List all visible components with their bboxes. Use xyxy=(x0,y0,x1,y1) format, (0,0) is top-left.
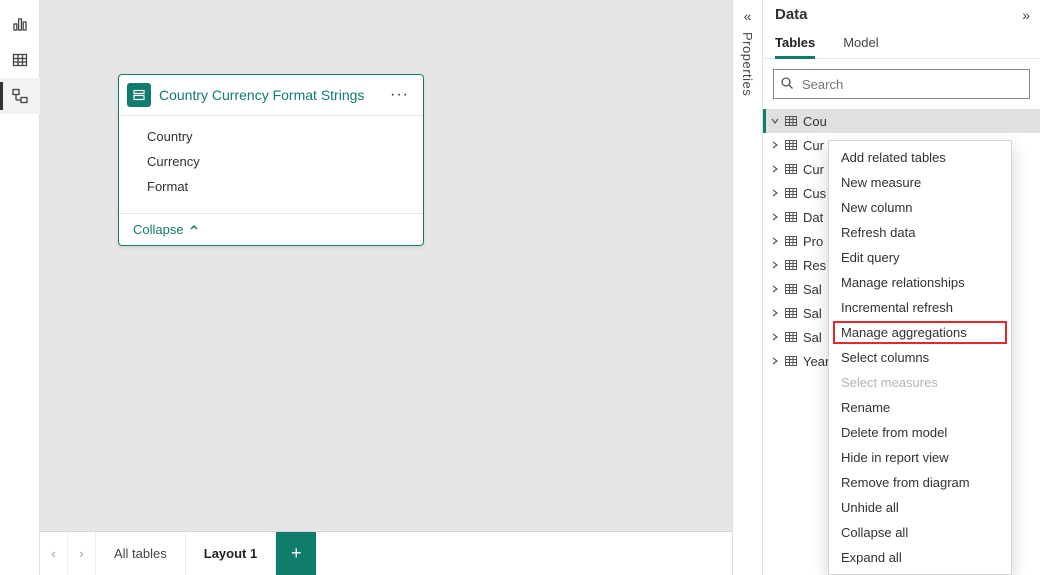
table-card-header: Country Currency Format Strings ··· xyxy=(119,75,423,116)
context-menu-item[interactable]: Refresh data xyxy=(829,220,1011,245)
layout-tab-all-tables[interactable]: All tables xyxy=(96,532,186,575)
view-rail xyxy=(0,0,40,575)
tree-item-label: Res xyxy=(803,258,826,273)
context-menu: Add related tablesNew measureNew columnR… xyxy=(828,140,1012,575)
table-icon xyxy=(783,114,799,128)
context-menu-item[interactable]: New measure xyxy=(829,170,1011,195)
table-card[interactable]: Country Currency Format Strings ··· Coun… xyxy=(118,74,424,246)
context-menu-item[interactable]: Select columns xyxy=(829,345,1011,370)
tree-item-label: Dat xyxy=(803,210,823,225)
expand-properties-button[interactable]: « xyxy=(744,0,752,30)
data-view-button[interactable] xyxy=(0,42,40,78)
context-menu-item[interactable]: Unhide all xyxy=(829,495,1011,520)
table-icon xyxy=(783,138,799,152)
tab-tables[interactable]: Tables xyxy=(775,29,815,58)
tree-item-label: Sal xyxy=(803,306,822,321)
table-header-icon xyxy=(127,83,151,107)
layout-prev-button[interactable]: ‹ xyxy=(40,532,68,575)
properties-pane-label: Properties xyxy=(740,32,755,96)
properties-pane-collapsed: « Properties xyxy=(732,0,762,575)
tree-item-label: Sal xyxy=(803,330,822,345)
chevron-right-icon[interactable] xyxy=(769,141,781,149)
table-icon xyxy=(783,186,799,200)
chevron-right-icon[interactable] xyxy=(769,285,781,293)
context-menu-item[interactable]: Manage aggregations xyxy=(829,320,1011,345)
table-icon xyxy=(783,330,799,344)
tree-item-label: Cur xyxy=(803,162,824,177)
context-menu-item[interactable]: Add related tables xyxy=(829,145,1011,170)
context-menu-item[interactable]: Remove from diagram xyxy=(829,470,1011,495)
table-card-more-button[interactable]: ··· xyxy=(386,86,413,104)
model-canvas[interactable]: Country Currency Format Strings ··· Coun… xyxy=(40,0,732,575)
chevron-right-icon[interactable] xyxy=(769,309,781,317)
table-icon xyxy=(783,354,799,368)
context-menu-item[interactable]: Hide in report view xyxy=(829,445,1011,470)
data-pane-header: Data » xyxy=(763,0,1040,25)
model-view-button[interactable] xyxy=(0,78,40,114)
chevron-right-icon[interactable] xyxy=(769,261,781,269)
chevron-down-icon[interactable] xyxy=(769,117,781,125)
table-icon xyxy=(783,162,799,176)
table-field[interactable]: Currency xyxy=(119,149,423,174)
report-view-button[interactable] xyxy=(0,6,40,42)
table-icon xyxy=(11,51,29,69)
table-icon xyxy=(783,306,799,320)
search-box[interactable] xyxy=(773,69,1030,99)
data-pane-title: Data xyxy=(775,6,1022,23)
table-icon xyxy=(783,210,799,224)
context-menu-item[interactable]: Edit query xyxy=(829,245,1011,270)
chevron-right-icon[interactable] xyxy=(769,237,781,245)
search-input[interactable] xyxy=(800,76,1023,93)
context-menu-item[interactable]: Incremental refresh xyxy=(829,295,1011,320)
bar-chart-icon xyxy=(11,15,29,33)
table-icon xyxy=(783,234,799,248)
table-card-fields: Country Currency Format xyxy=(119,116,423,213)
tree-item-label: Cou xyxy=(803,114,827,129)
tab-model[interactable]: Model xyxy=(843,29,878,58)
tree-item-label: Year xyxy=(803,354,829,369)
layout-tab-layout1[interactable]: Layout 1 xyxy=(186,532,276,575)
model-icon xyxy=(11,87,29,105)
tree-item-label: Cur xyxy=(803,138,824,153)
chevron-right-icon[interactable] xyxy=(769,165,781,173)
context-menu-item[interactable]: Expand all xyxy=(829,545,1011,570)
context-menu-item[interactable]: Collapse all xyxy=(829,520,1011,545)
tree-item[interactable]: Cou xyxy=(763,109,1040,133)
chevron-right-icon[interactable] xyxy=(769,333,781,341)
table-field[interactable]: Country xyxy=(119,124,423,149)
add-layout-button[interactable]: + xyxy=(276,532,316,575)
table-field[interactable]: Format xyxy=(119,174,423,199)
collapse-label: Collapse xyxy=(133,222,184,237)
chevron-right-icon[interactable] xyxy=(769,357,781,365)
app-root: Country Currency Format Strings ··· Coun… xyxy=(0,0,1040,575)
layout-tabs-bar: ‹ › All tables Layout 1 + xyxy=(40,531,732,575)
table-card-title: Country Currency Format Strings xyxy=(159,87,386,103)
table-icon xyxy=(783,282,799,296)
context-menu-item[interactable]: New column xyxy=(829,195,1011,220)
collapse-data-pane-button[interactable]: » xyxy=(1022,7,1030,23)
chevron-right-icon[interactable] xyxy=(769,213,781,221)
tree-item-label: Cus xyxy=(803,186,826,201)
layout-next-button[interactable]: › xyxy=(68,532,96,575)
chevron-up-icon xyxy=(188,222,200,237)
tree-item-label: Sal xyxy=(803,282,822,297)
table-icon xyxy=(783,258,799,272)
context-menu-item[interactable]: Rename xyxy=(829,395,1011,420)
context-menu-item[interactable]: Delete from model xyxy=(829,420,1011,445)
context-menu-item: Select measures xyxy=(829,370,1011,395)
context-menu-item[interactable]: Manage relationships xyxy=(829,270,1011,295)
data-pane-tabs: Tables Model xyxy=(763,25,1040,59)
collapse-button[interactable]: Collapse xyxy=(119,213,423,245)
search-icon xyxy=(780,76,794,93)
chevron-right-icon[interactable] xyxy=(769,189,781,197)
tree-item-label: Pro xyxy=(803,234,823,249)
